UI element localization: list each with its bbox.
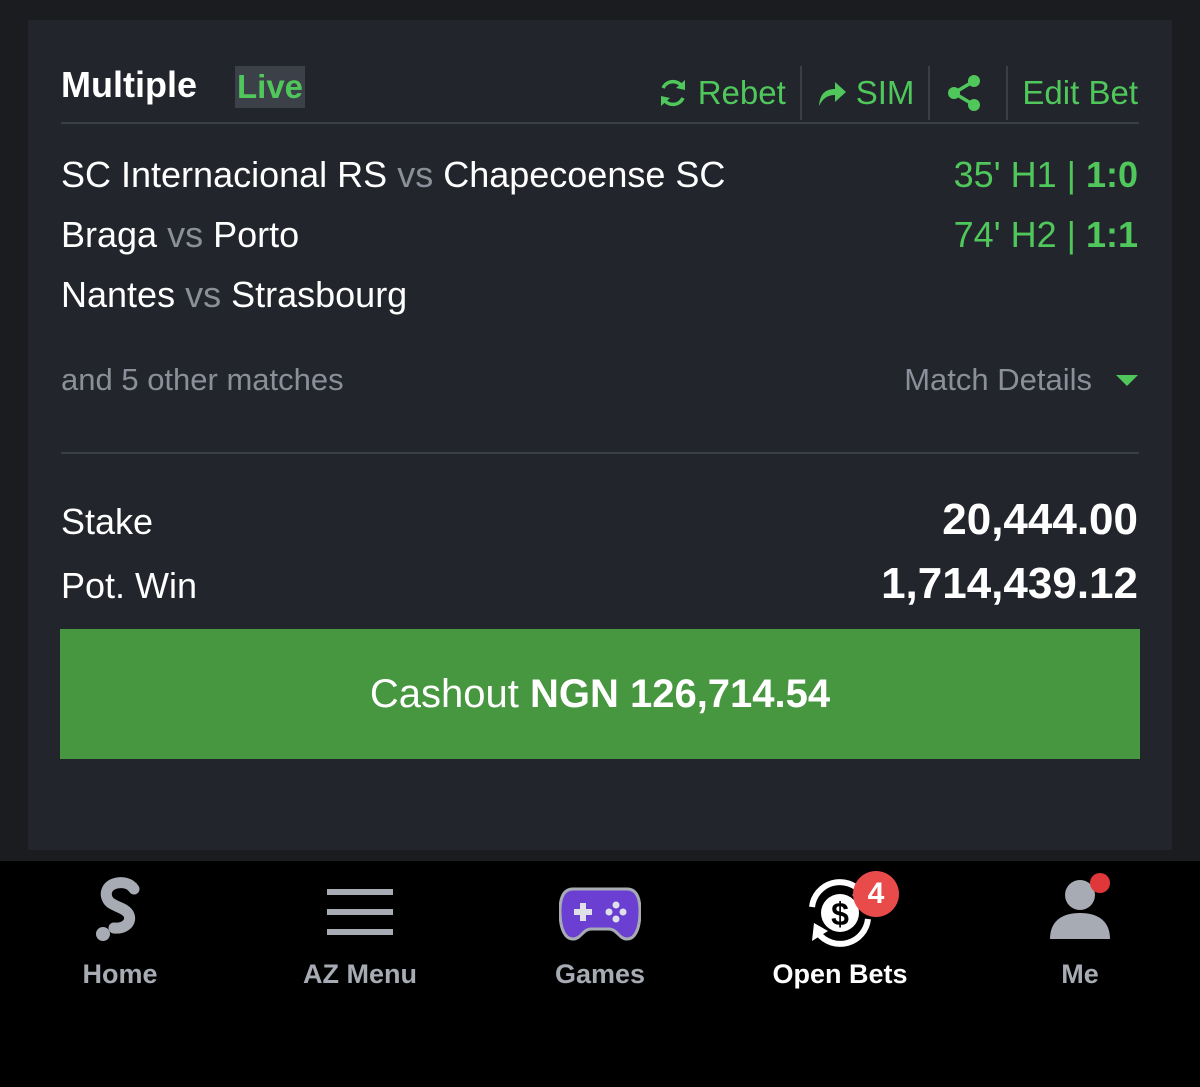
- separator: [799, 66, 802, 120]
- divider: [61, 122, 1139, 124]
- match-live-score: 35' H1 | 1:0: [954, 154, 1138, 196]
- away-team: Strasbourg: [231, 274, 408, 315]
- stake-row: Stake 20,444.00: [61, 495, 1138, 545]
- sim-button[interactable]: SIM: [816, 68, 915, 118]
- forward-arrow-icon: [818, 82, 846, 106]
- bet-type-title: Multiple: [61, 64, 197, 105]
- separator: [928, 66, 931, 120]
- edit-bet-label: Edit Bet: [1022, 74, 1138, 111]
- notification-dot: [1090, 873, 1110, 893]
- bet-header: Multiple Live Rebet SIM Edit Bet: [61, 44, 1138, 124]
- away-team: Chapecoense SC: [443, 154, 726, 195]
- live-badge: Live: [235, 66, 306, 108]
- open-bets-icon: $: [720, 877, 960, 947]
- share-icon: [948, 75, 981, 111]
- home-team: Braga: [61, 214, 158, 255]
- away-team: Porto: [213, 214, 300, 255]
- rebet-label: Rebet: [697, 74, 786, 111]
- svg-text:$: $: [831, 896, 849, 932]
- stake-value: 20,444.00: [942, 495, 1138, 544]
- match-row: Nantes vs Strasbourg: [61, 274, 1138, 324]
- potwin-value: 1,714,439.12: [881, 559, 1138, 608]
- match-score: 1:0: [1085, 154, 1138, 195]
- tab-label: Open Bets: [772, 959, 908, 989]
- bet-actions: Rebet SIM Edit Bet: [656, 66, 1138, 120]
- cashout-label: Cashout: [369, 672, 519, 716]
- match-teams: Braga vs Porto: [61, 214, 299, 256]
- tab-label: AZ Menu: [303, 959, 417, 989]
- match-live-score: 74' H2 | 1:1: [954, 214, 1138, 256]
- match-time: 35' H1 |: [953, 154, 1076, 195]
- tab-label: Me: [1061, 959, 1099, 989]
- match-teams: Nantes vs Strasbourg: [61, 274, 407, 316]
- gamepad-icon: [480, 877, 720, 947]
- stake-label: Stake: [61, 501, 154, 542]
- edit-bet-button[interactable]: Edit Bet: [1022, 68, 1138, 118]
- open-bets-count-badge: 4: [853, 871, 899, 917]
- bet-card: Multiple Live Rebet SIM Edit Bet SC Inte…: [28, 20, 1172, 850]
- vs-label: vs: [185, 274, 222, 315]
- potwin-label: Pot. Win: [61, 565, 198, 606]
- other-matches-text: and 5 other matches: [61, 362, 344, 397]
- match-row: Braga vs Porto 74' H2 | 1:1: [61, 214, 1138, 264]
- vs-label: vs: [397, 154, 434, 195]
- share-button[interactable]: [944, 68, 992, 118]
- cashout-button[interactable]: Cashout NGN 126,714.54: [60, 629, 1140, 759]
- match-score: 1:1: [1085, 214, 1138, 255]
- divider: [61, 452, 1139, 454]
- separator: [1006, 66, 1009, 120]
- match-teams: SC Internacional RS vs Chapecoense SC: [61, 154, 725, 196]
- tab-label: Games: [554, 959, 646, 989]
- tab-label: Home: [82, 959, 158, 989]
- bottom-tab-bar: Home AZ Menu Games $ 4 Open Bets Me: [0, 861, 1200, 1087]
- cashout-amount: NGN 126,714.54: [529, 672, 831, 716]
- rebet-button[interactable]: Rebet: [656, 68, 786, 118]
- caret-down-icon: [1116, 374, 1138, 386]
- match-details-label: Match Details: [904, 362, 1092, 397]
- potwin-row: Pot. Win 1,714,439.12: [61, 559, 1138, 609]
- menu-icon: [240, 877, 480, 947]
- user-icon: [960, 877, 1200, 947]
- match-time: 74' H2 |: [953, 214, 1076, 255]
- match-details-toggle[interactable]: Match Details: [904, 362, 1138, 398]
- sim-label: SIM: [855, 74, 915, 111]
- home-team: SC Internacional RS: [61, 154, 388, 195]
- vs-label: vs: [167, 214, 204, 255]
- sporty-logo-icon: [0, 877, 240, 947]
- match-row: SC Internacional RS vs Chapecoense SC 35…: [61, 154, 1138, 204]
- refresh-icon: [660, 79, 685, 107]
- home-team: Nantes: [61, 274, 176, 315]
